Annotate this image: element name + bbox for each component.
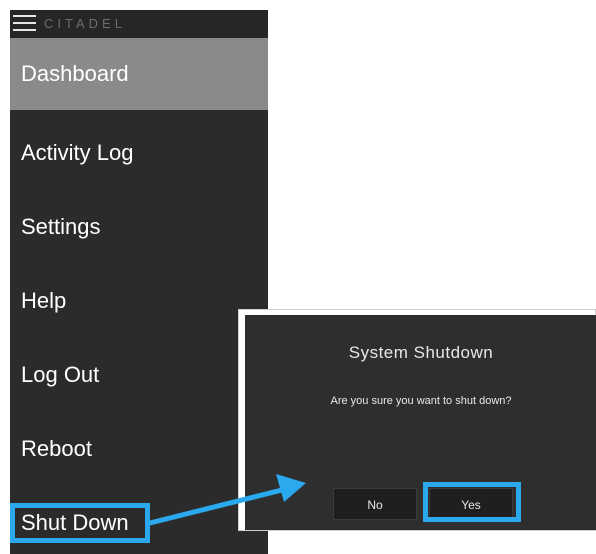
sidebar-item-shut-down[interactable]: Shut Down xyxy=(10,486,268,554)
sidebar-item-settings[interactable]: Settings xyxy=(10,190,268,264)
sidebar-item-help[interactable]: Help xyxy=(10,264,268,338)
sidebar-item-activity-log[interactable]: Activity Log xyxy=(10,116,268,190)
shutdown-dialog: System Shutdown Are you sure you want to… xyxy=(238,309,596,531)
sidebar-menu: CITADEL Dashboard Activity Log Settings … xyxy=(10,10,268,554)
yes-button[interactable]: Yes xyxy=(429,488,513,520)
top-bar: CITADEL xyxy=(10,10,268,38)
dialog-message: Are you sure you want to shut down? xyxy=(330,395,512,407)
screenshot-stage: CITADEL Dashboard Activity Log Settings … xyxy=(0,0,596,554)
sidebar-item-reboot[interactable]: Reboot xyxy=(10,412,268,486)
sidebar-item-dashboard[interactable]: Dashboard xyxy=(10,38,268,110)
no-button[interactable]: No xyxy=(333,488,417,520)
sidebar-item-log-out[interactable]: Log Out xyxy=(10,338,268,412)
dialog-panel: System Shutdown Are you sure you want to… xyxy=(245,315,596,530)
brand-logo-text: CITADEL xyxy=(44,16,126,31)
hamburger-menu-icon[interactable] xyxy=(13,15,36,32)
dialog-title: System Shutdown xyxy=(348,343,494,362)
